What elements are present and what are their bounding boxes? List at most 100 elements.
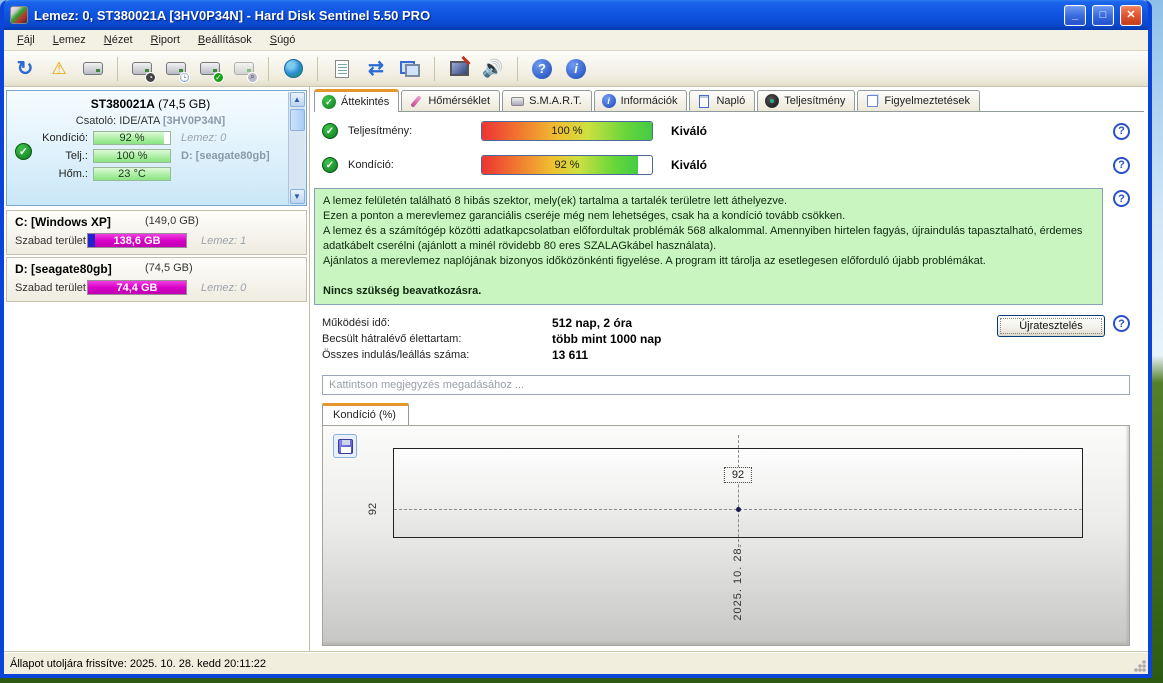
stat-value: több mint 1000 nap — [552, 332, 662, 346]
message-line: Ezen a ponton a merevlemez garanciális c… — [323, 210, 846, 222]
partition-c-free-row: Szabad terület 138,6 GB Lemez: 1 — [15, 233, 298, 248]
free-space-label: Szabad terület — [15, 281, 86, 294]
resize-grip-icon[interactable] — [1133, 659, 1146, 672]
disk-name-line: ST380021A (74,5 GB) — [15, 97, 286, 111]
menu-disk[interactable]: Lemez — [44, 31, 95, 49]
sidebar-scrollbar[interactable]: ▲ ▼ — [288, 92, 305, 204]
disk-performance-button[interactable]: ◔ — [127, 55, 157, 83]
warning-button[interactable]: ⚠ — [44, 55, 74, 83]
document-icon — [697, 94, 711, 108]
menu-view[interactable]: Nézet — [95, 31, 142, 49]
warning-icon: ⚠ — [51, 58, 67, 78]
tab-temperature[interactable]: Hőmérséklet — [401, 90, 501, 111]
performance-label: Teljesítmény: — [348, 125, 413, 137]
stat-value: 512 nap, 2 óra — [552, 316, 633, 330]
tab-label: Teljesítmény — [784, 95, 846, 107]
plot-zone: 92 92 2025. 10. 28. — [367, 435, 1083, 621]
comment-input[interactable] — [322, 375, 1130, 395]
partition-d-size: (74,5 GB) — [145, 262, 193, 274]
menu-report[interactable]: Riport — [142, 31, 189, 49]
save-chart-button[interactable] — [333, 434, 357, 458]
temperature-label: Hőm.: — [58, 168, 88, 180]
disk-search-button[interactable]: ⌕ — [229, 55, 259, 83]
partition-d-panel[interactable]: D: [seagate80gb] (74,5 GB) Szabad terüle… — [6, 257, 307, 302]
message-line: Ajánlatos a merevlemez naplójának bizony… — [323, 255, 986, 267]
tab-smart[interactable]: S.M.A.R.T. — [502, 90, 592, 111]
x-axis-tick: 2025. 10. 28. — [732, 543, 744, 621]
sound-button[interactable]: 🔊 — [478, 55, 508, 83]
sync-button[interactable]: ⇄ — [361, 55, 391, 83]
tab-overview[interactable]: ✓ Áttekintés — [314, 89, 400, 112]
maximize-icon: □ — [1099, 8, 1107, 21]
partition-d-free-bar: 74,4 GB — [87, 280, 187, 295]
info-button[interactable]: i — [561, 55, 591, 83]
remote-monitor-button[interactable] — [444, 55, 474, 83]
partition-c-size: (149,0 GB) — [145, 215, 199, 227]
pages-icon — [865, 94, 879, 108]
tab-information[interactable]: i Információk — [593, 90, 688, 111]
disk-size: (74,5 GB) — [158, 97, 211, 111]
help-button[interactable]: ? — [527, 55, 557, 83]
network-disk-icon — [283, 59, 303, 78]
condition-gradient-bar: 92 % — [481, 155, 653, 175]
sound-icon: 🔊 — [482, 58, 504, 78]
partition-d-note: Lemez: 0 — [201, 281, 247, 294]
condition-note: Lemez: 0 — [181, 132, 227, 144]
performance-rating: Kiváló — [671, 124, 708, 138]
help-icon[interactable]: ? — [1113, 315, 1130, 332]
disk-history-button[interactable]: 🕒 — [161, 55, 191, 83]
check-badge-icon: ✓ — [213, 71, 224, 83]
minimize-button[interactable]: _ — [1064, 4, 1086, 26]
scroll-up-icon[interactable]: ▲ — [289, 92, 305, 107]
save-floppy-icon — [337, 438, 353, 454]
action-advice: Nincs szükség beavatkozásra. — [323, 285, 482, 297]
retest-button[interactable]: Újratesztelés — [997, 315, 1105, 337]
tab-label: Hőmérséklet — [428, 95, 491, 107]
disk-summary-panel[interactable]: ST380021A (74,5 GB) Csatoló: IDE/ATA [3H… — [6, 90, 307, 206]
ok-status-icon: ✓ — [322, 123, 338, 139]
tab-performance[interactable]: Teljesítmény — [757, 90, 856, 111]
clock-badge-icon: 🕒 — [179, 71, 190, 83]
scrollbar-thumb[interactable] — [290, 109, 305, 131]
maximize-button[interactable]: □ — [1092, 4, 1114, 26]
menu-file[interactable]: Fájl — [8, 31, 44, 49]
refresh-button[interactable]: ↻ — [10, 55, 40, 83]
window-title: Lemez: 0, ST380021A [3HV0P34N] - Hard Di… — [34, 7, 431, 23]
partition-c-free-bar: 138,6 GB — [87, 233, 187, 248]
message-line: A lemez felületén található 8 hibás szek… — [323, 195, 788, 207]
close-button[interactable]: ✕ — [1120, 4, 1142, 26]
remote-monitor-icon — [449, 61, 469, 76]
temperature-bar: 23 °C — [93, 167, 171, 181]
report-button[interactable] — [327, 55, 357, 83]
menu-settings[interactable]: Beállítások — [189, 31, 261, 49]
tab-bar: ✓ Áttekintés Hőmérséklet S.M.A.R.T. i Info… — [314, 89, 1144, 112]
network-disk-button[interactable] — [278, 55, 308, 83]
status-message-section: A lemez felületén található 8 hibás szek… — [314, 188, 1144, 305]
disk-view-button[interactable] — [78, 55, 108, 83]
disk-test-button[interactable]: ✓ — [195, 55, 225, 83]
tab-label: S.M.A.R.T. — [529, 95, 582, 107]
condition-label: Kondíció: — [42, 132, 88, 144]
tab-log[interactable]: Napló — [689, 90, 756, 111]
report-icon — [335, 59, 349, 78]
chart-tab-condition[interactable]: Kondíció (%) — [322, 403, 409, 425]
help-icon[interactable]: ? — [1113, 122, 1130, 140]
main-area: ST380021A (74,5 GB) Csatoló: IDE/ATA [3H… — [4, 87, 1148, 652]
performance-note: D: [seagate80gb] — [181, 150, 270, 162]
ok-status-icon: ✓ — [322, 157, 338, 173]
plot-area: 92 — [393, 435, 1083, 547]
toolbar-separator — [434, 56, 435, 81]
stat-label: Összes indulás/leállás száma: — [322, 349, 470, 361]
data-point-label: 92 — [723, 467, 753, 484]
network-button[interactable] — [395, 55, 425, 83]
lifetime-stats-section: Működési idő: 512 nap, 2 óra Becsült hát… — [314, 315, 1144, 363]
scroll-down-icon[interactable]: ▼ — [289, 189, 305, 204]
menu-help[interactable]: Súgó — [261, 31, 305, 49]
help-icon[interactable]: ? — [1113, 156, 1130, 174]
tab-label: Figyelmeztetések — [884, 95, 970, 107]
partition-c-panel[interactable]: C: [Windows XP] (149,0 GB) Szabad terüle… — [6, 210, 307, 255]
interface-id: [3HV0P34N] — [162, 115, 226, 127]
sidebar-empty-area — [4, 302, 309, 652]
help-icon[interactable]: ? — [1113, 190, 1130, 207]
tab-warnings[interactable]: Figyelmeztetések — [857, 90, 980, 111]
